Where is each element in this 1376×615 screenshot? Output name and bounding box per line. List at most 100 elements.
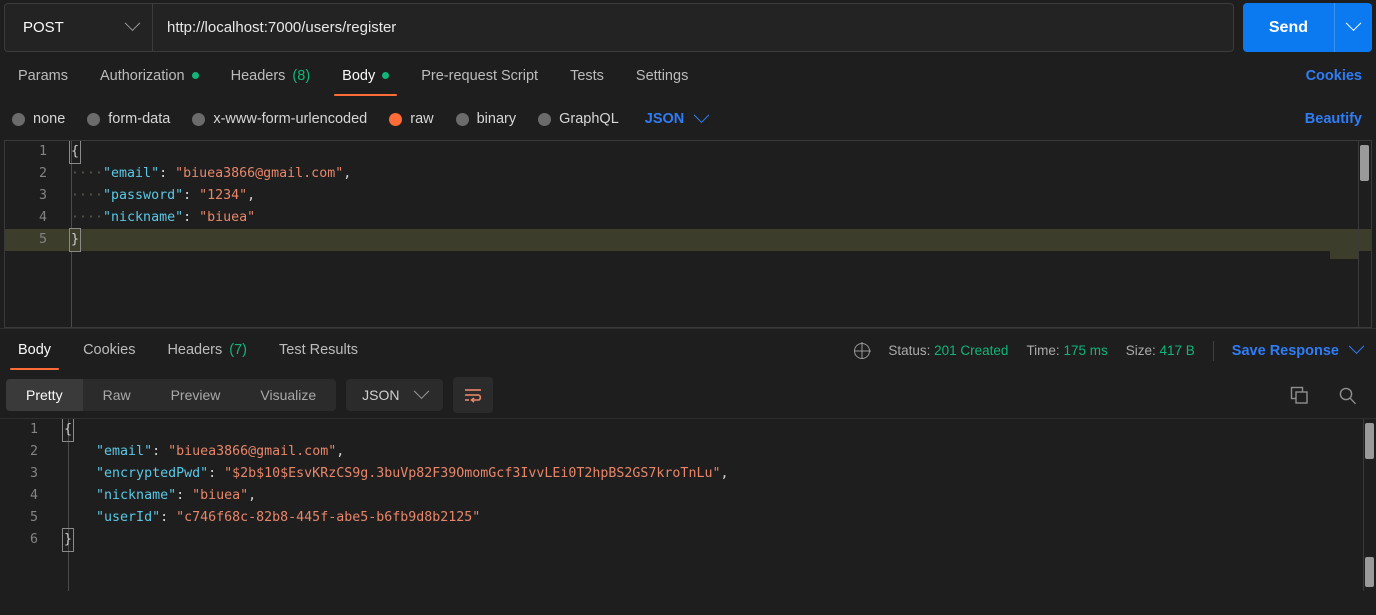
response-format-label: JSON bbox=[362, 387, 400, 403]
view-mode-visualize[interactable]: Visualize bbox=[240, 379, 336, 411]
code-line: 6} bbox=[0, 528, 1376, 552]
code-line: 4 "nickname": "biuea", bbox=[0, 485, 1376, 507]
code-line: 1{ bbox=[0, 419, 1376, 442]
raw-format-selector[interactable]: JSON bbox=[644, 106, 710, 127]
body-type-binary[interactable]: binary bbox=[455, 111, 517, 127]
code-text: } bbox=[61, 228, 82, 252]
radio-icon bbox=[389, 112, 403, 126]
beautify-link[interactable]: Beautify bbox=[1305, 111, 1362, 127]
view-mode-pretty[interactable]: Pretty bbox=[6, 379, 83, 411]
code-text: "userId": "c746f68c-82b8-445f-abe5-b6fb9… bbox=[54, 507, 480, 529]
body-type-none[interactable]: none bbox=[12, 111, 65, 127]
json-value: "biuea3866@gmail.com" bbox=[175, 166, 344, 181]
response-tab-body[interactable]: Body bbox=[10, 331, 60, 370]
request-tab-pre-request-script[interactable]: Pre-request Script bbox=[413, 57, 546, 96]
body-type-raw[interactable]: raw bbox=[389, 111, 434, 127]
json-value: "1234" bbox=[199, 188, 248, 203]
send-button[interactable]: Send bbox=[1242, 3, 1334, 52]
copy-button[interactable] bbox=[1284, 380, 1314, 410]
url-input-group: POST http://localhost:7000/users/registe… bbox=[4, 3, 1234, 52]
status-dot-icon bbox=[382, 72, 390, 79]
response-vertical-scrollbar[interactable] bbox=[1365, 423, 1374, 459]
body-type-row: none form-data x-www-form-urlencoded raw bin… bbox=[0, 98, 1376, 140]
response-code-area[interactable]: 1{2 "email": "biuea3866@gmail.com", 3 "en… bbox=[0, 419, 1376, 552]
brace-token: } bbox=[61, 528, 75, 552]
view-mode-raw[interactable]: Raw bbox=[83, 379, 151, 411]
raw-format-label: JSON bbox=[644, 111, 685, 127]
save-response-button[interactable]: Save Response bbox=[1232, 338, 1365, 359]
cookies-link[interactable]: Cookies bbox=[1306, 68, 1362, 84]
chevron-down-icon bbox=[413, 382, 429, 399]
line-number: 5 bbox=[29, 510, 38, 525]
radio-icon bbox=[455, 112, 469, 126]
request-tab-authorization[interactable]: Authorization bbox=[92, 57, 207, 96]
brace-token: { bbox=[61, 419, 75, 442]
request-tab-params[interactable]: Params bbox=[10, 57, 76, 96]
body-type-x-www-form-urlencoded[interactable]: x-www-form-urlencoded bbox=[192, 111, 367, 127]
response-tab-cookies[interactable]: Cookies bbox=[75, 331, 143, 370]
response-body-editor[interactable]: 1{2 "email": "biuea3866@gmail.com", 3 "en… bbox=[0, 418, 1376, 591]
word-wrap-toggle[interactable] bbox=[452, 377, 493, 413]
tab-label: Pre-request Script bbox=[421, 67, 539, 84]
json-punctuation: , bbox=[343, 166, 352, 181]
code-text: ····"email": "biuea3866@gmail.com", bbox=[61, 163, 351, 185]
code-line: 5} bbox=[5, 228, 1371, 252]
body-type-label: binary bbox=[476, 111, 517, 127]
line-number: 4 bbox=[38, 210, 47, 225]
request-tab-body[interactable]: Body bbox=[334, 57, 398, 96]
json-punctuation: : bbox=[159, 166, 176, 181]
body-type-graphql[interactable]: GraphQL bbox=[538, 111, 619, 127]
response-meta: Status: 201 Created Time: 175 ms Size: 4… bbox=[854, 338, 1365, 361]
response-tab-test-results[interactable]: Test Results bbox=[271, 331, 366, 370]
json-punctuation: : bbox=[183, 188, 200, 203]
body-type-form-data[interactable]: form-data bbox=[87, 111, 170, 127]
response-header: Body Cookies Headers (7) Test Results Status… bbox=[0, 328, 1376, 372]
status-label: Status: bbox=[888, 343, 931, 358]
response-horizontal-scrollbar[interactable] bbox=[1365, 557, 1374, 587]
http-method-selector[interactable]: POST bbox=[5, 4, 153, 51]
code-text: } bbox=[54, 528, 75, 552]
json-key: "nickname" bbox=[103, 210, 184, 225]
request-tab-headers[interactable]: Headers (8) bbox=[223, 57, 319, 96]
code-text: "nickname": "biuea", bbox=[54, 485, 256, 507]
radio-icon bbox=[12, 112, 25, 126]
time-readout: Time: 175 ms bbox=[1026, 343, 1107, 358]
code-line: 2 "email": "biuea3866@gmail.com", bbox=[0, 441, 1376, 463]
url-input[interactable]: http://localhost:7000/users/register bbox=[153, 4, 1233, 51]
send-options-button[interactable] bbox=[1334, 3, 1372, 52]
body-type-label: x-www-form-urlencoded bbox=[213, 111, 368, 127]
minimap-highlight bbox=[1330, 239, 1358, 259]
code-text: ····"password": "1234", bbox=[61, 185, 255, 207]
line-number: 1 bbox=[29, 422, 38, 437]
request-vertical-scrollbar[interactable] bbox=[1360, 145, 1369, 181]
response-scrollbar-track[interactable] bbox=[1363, 419, 1376, 591]
size-label: Size: bbox=[1125, 343, 1156, 358]
tab-label: Test Results bbox=[279, 342, 358, 358]
code-line: 4 ····"nickname": "biuea" bbox=[5, 207, 1371, 229]
request-tab-tests[interactable]: Tests bbox=[562, 57, 612, 96]
json-value: "c746f68c-82b8-445f-abe5-b6fb9d8b2125" bbox=[176, 510, 481, 525]
request-code-area[interactable]: 1{2 ····"email": "biuea3866@gmail.com", 3 ·… bbox=[5, 141, 1371, 252]
response-format-selector[interactable]: JSON bbox=[346, 379, 443, 411]
json-punctuation: : bbox=[160, 510, 177, 525]
search-icon bbox=[1339, 387, 1356, 404]
radio-icon bbox=[192, 112, 206, 126]
tab-label: Tests bbox=[570, 67, 604, 84]
response-tab-headers[interactable]: Headers (7) bbox=[159, 331, 255, 370]
json-punctuation: , bbox=[247, 188, 256, 203]
request-scrollbar-track[interactable] bbox=[1358, 141, 1371, 327]
status-readout: Status: 201 Created bbox=[888, 343, 1008, 358]
brace-token: } bbox=[68, 228, 82, 252]
indent-whitespace: ···· bbox=[71, 188, 104, 203]
view-mode-preview[interactable]: Preview bbox=[151, 379, 241, 411]
tab-label: Authorization bbox=[99, 67, 185, 84]
request-url-bar: POST http://localhost:7000/users/registe… bbox=[0, 0, 1376, 54]
brace-token: { bbox=[68, 141, 82, 164]
chevron-down-icon bbox=[1348, 338, 1365, 355]
request-body-editor[interactable]: 1{2 ····"email": "biuea3866@gmail.com", 3 ·… bbox=[4, 140, 1372, 328]
request-tab-settings[interactable]: Settings bbox=[628, 57, 696, 96]
code-line: 5 "userId": "c746f68c-82b8-445f-abe5-b6f… bbox=[0, 507, 1376, 529]
search-button[interactable] bbox=[1332, 380, 1362, 410]
json-key: "email" bbox=[103, 166, 160, 181]
size-value: 417 B bbox=[1159, 343, 1195, 358]
